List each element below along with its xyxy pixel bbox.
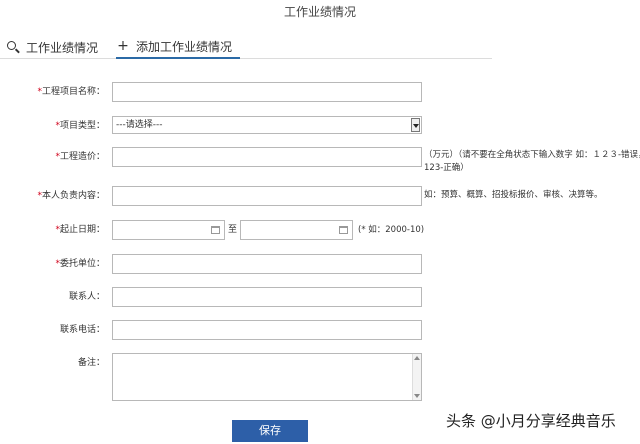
- project-type-label: *项目类型：: [55, 121, 105, 131]
- chevron-down-icon[interactable]: [411, 118, 420, 132]
- responsibility-input[interactable]: [112, 186, 422, 206]
- project-cost-input[interactable]: [112, 147, 422, 167]
- contact-label: 联系人：: [68, 292, 105, 302]
- remark-label: 备注：: [77, 358, 105, 368]
- row-project-cost: *工程造价： （万元）（请不要在全角状态下输入数字 如：１２３-错误， 123-…: [0, 147, 640, 173]
- plus-icon: +: [117, 38, 129, 54]
- tab-view-performance-label: 工作业绩情况: [26, 40, 99, 55]
- scroll-up-icon[interactable]: [414, 356, 420, 360]
- calendar-icon[interactable]: [339, 226, 348, 234]
- project-name-label: *工程项目名称：: [37, 87, 105, 97]
- calendar-icon[interactable]: [211, 226, 220, 234]
- project-cost-hint: （万元）（请不要在全角状态下输入数字 如：１２３-错误， 123-正确）: [424, 150, 640, 173]
- phone-label: 联系电话：: [59, 325, 105, 335]
- start-date-input[interactable]: [112, 220, 225, 240]
- row-contact: 联系人：: [0, 287, 640, 307]
- row-responsibility: *本人负责内容： 如：预算、概算、招投标报价、审核、决算等。: [0, 186, 640, 206]
- row-project-type: *项目类型： ---请选择---: [0, 116, 640, 136]
- project-type-selected: ---请选择---: [116, 120, 163, 130]
- watermark-text: 头条 @小月分享经典音乐: [446, 412, 616, 430]
- row-date-range: *起止日期： 至 (* 如：2000-10): [0, 220, 640, 240]
- responsibility-hint: 如：预算、概算、招投标报价、审核、决算等。: [424, 190, 603, 200]
- remark-scrollbar[interactable]: [412, 354, 421, 400]
- date-separator: 至: [228, 225, 238, 235]
- row-client: *委托单位：: [0, 254, 640, 274]
- project-cost-label: *工程造价：: [55, 152, 105, 162]
- scroll-down-icon[interactable]: [414, 394, 420, 398]
- row-phone: 联系电话：: [0, 320, 640, 340]
- tab-add-performance[interactable]: + 添加工作业绩情况: [116, 35, 240, 59]
- page-title: 工作业绩情况: [283, 5, 356, 19]
- client-input[interactable]: [112, 254, 422, 274]
- client-label: *委托单位：: [55, 259, 105, 269]
- project-name-input[interactable]: [112, 82, 422, 102]
- phone-input[interactable]: [112, 320, 422, 340]
- project-type-select[interactable]: ---请选择---: [112, 116, 422, 134]
- row-remark: 备注：: [0, 353, 640, 401]
- date-range-label: *起止日期：: [55, 225, 105, 235]
- save-button[interactable]: 保存: [232, 420, 308, 442]
- tab-bar: 工作业绩情况 + 添加工作业绩情况: [0, 35, 492, 59]
- contact-input[interactable]: [112, 287, 422, 307]
- row-project-name: *工程项目名称：: [0, 82, 640, 102]
- responsibility-label: *本人负责内容：: [37, 191, 105, 201]
- search-icon: [6, 40, 20, 54]
- end-date-input[interactable]: [240, 220, 353, 240]
- tab-view-performance[interactable]: 工作业绩情况: [6, 35, 98, 59]
- date-range-hint: (* 如：2000-10): [358, 225, 425, 235]
- tab-add-performance-label: 添加工作业绩情况: [136, 39, 233, 54]
- remark-textarea[interactable]: [112, 353, 422, 401]
